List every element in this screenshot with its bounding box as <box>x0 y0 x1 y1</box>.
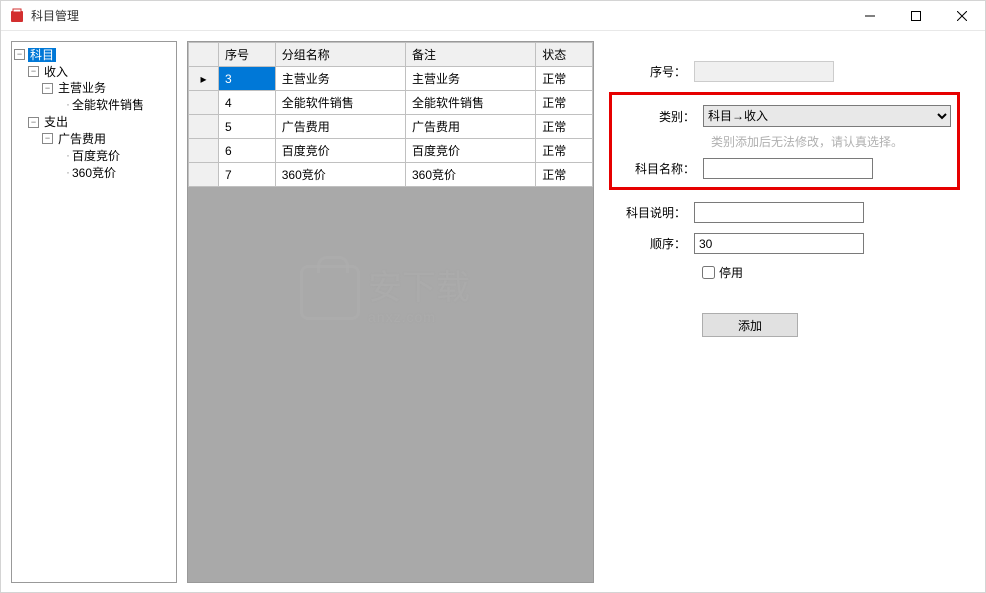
tree-item[interactable]: −收入 <box>14 63 174 80</box>
highlight-box: 类别： 科目→收入 类别添加后无法修改，请认真选择。 科目名称： <box>609 92 960 190</box>
category-select[interactable]: 科目→收入 <box>703 105 951 127</box>
row-seq: 序号： <box>609 61 960 82</box>
collapse-icon[interactable]: − <box>28 117 39 128</box>
cell-remark[interactable]: 全能软件销售 <box>406 91 536 115</box>
order-input[interactable] <box>694 233 864 254</box>
seq-input <box>694 61 834 82</box>
table-header-row: 序号 分组名称 备注 状态 <box>189 43 593 67</box>
cell-status[interactable]: 正常 <box>536 67 593 91</box>
tree-item[interactable]: −支出 <box>14 113 174 130</box>
col-status[interactable]: 状态 <box>536 43 593 67</box>
name-input[interactable] <box>703 158 873 179</box>
button-container: 添加 <box>702 313 960 337</box>
cell-seq[interactable]: 7 <box>219 163 276 187</box>
cell-status[interactable]: 正常 <box>536 163 593 187</box>
row-category: 类别： 科目→收入 <box>618 105 951 127</box>
minimize-button[interactable] <box>847 1 893 31</box>
maximize-button[interactable] <box>893 1 939 31</box>
collapse-icon[interactable]: − <box>42 83 53 94</box>
title-bar: 科目管理 <box>1 1 985 31</box>
row-indicator <box>189 139 219 163</box>
row-name: 科目名称： <box>618 158 951 179</box>
window-title: 科目管理 <box>31 7 847 24</box>
cell-group[interactable]: 360竞价 <box>275 163 405 187</box>
cell-group[interactable]: 百度竞价 <box>275 139 405 163</box>
cell-status[interactable]: 正常 <box>536 139 593 163</box>
row-indicator <box>189 91 219 115</box>
table-row[interactable]: 5广告费用广告费用正常 <box>189 115 593 139</box>
col-remark[interactable]: 备注 <box>406 43 536 67</box>
col-seq[interactable]: 序号 <box>219 43 276 67</box>
row-disable: 停用 <box>702 264 960 281</box>
table-row[interactable]: 7360竞价360竞价正常 <box>189 163 593 187</box>
cell-status[interactable]: 正常 <box>536 115 593 139</box>
cell-seq[interactable]: 6 <box>219 139 276 163</box>
collapse-icon[interactable]: − <box>42 133 53 144</box>
tree-root[interactable]: −科目 <box>14 46 174 63</box>
cell-seq[interactable]: 5 <box>219 115 276 139</box>
order-label: 顺序： <box>609 235 694 252</box>
table-panel: 序号 分组名称 备注 状态 ▸3主营业务主营业务正常4全能软件销售全能软件销售正… <box>187 41 594 583</box>
tree-item[interactable]: −广告费用 <box>14 130 174 147</box>
close-button[interactable] <box>939 1 985 31</box>
cell-status[interactable]: 正常 <box>536 91 593 115</box>
disable-label: 停用 <box>719 264 743 281</box>
row-order: 顺序： <box>609 233 960 254</box>
table-row[interactable]: 4全能软件销售全能软件销售正常 <box>189 91 593 115</box>
tree-item[interactable]: −主营业务 <box>14 80 174 97</box>
collapse-icon[interactable]: − <box>14 49 25 60</box>
table-row[interactable]: 6百度竞价百度竞价正常 <box>189 139 593 163</box>
add-button[interactable]: 添加 <box>702 313 798 337</box>
row-indicator <box>189 163 219 187</box>
row-indicator: ▸ <box>189 67 219 91</box>
cell-remark[interactable]: 主营业务 <box>406 67 536 91</box>
form-panel: 序号： 类别： 科目→收入 类别添加后无法修改，请认真选择。 科目名称： 科目说… <box>594 41 975 583</box>
tree-root-label[interactable]: 科目 <box>28 48 56 62</box>
disable-checkbox[interactable] <box>702 266 715 279</box>
seq-label: 序号： <box>609 63 694 80</box>
tree-item[interactable]: ·百度竞价 <box>14 147 174 164</box>
category-label: 类别： <box>618 108 703 125</box>
desc-input[interactable] <box>694 202 864 223</box>
cell-remark[interactable]: 360竞价 <box>406 163 536 187</box>
desc-label: 科目说明： <box>609 204 694 221</box>
cell-remark[interactable]: 广告费用 <box>406 115 536 139</box>
cell-group[interactable]: 广告费用 <box>275 115 405 139</box>
cell-group[interactable]: 主营业务 <box>275 67 405 91</box>
tree-item[interactable]: ·全能软件销售 <box>14 96 174 113</box>
row-header-blank <box>189 43 219 67</box>
col-group[interactable]: 分组名称 <box>275 43 405 67</box>
cell-seq[interactable]: 4 <box>219 91 276 115</box>
row-indicator <box>189 115 219 139</box>
app-icon <box>9 8 25 24</box>
category-hint: 类别添加后无法修改，请认真选择。 <box>711 133 951 150</box>
data-grid[interactable]: 序号 分组名称 备注 状态 ▸3主营业务主营业务正常4全能软件销售全能软件销售正… <box>188 42 593 187</box>
name-label: 科目名称： <box>618 160 703 177</box>
cell-seq[interactable]: 3 <box>219 67 276 91</box>
cell-group[interactable]: 全能软件销售 <box>275 91 405 115</box>
table-row[interactable]: ▸3主营业务主营业务正常 <box>189 67 593 91</box>
main-content: −科目 −收入 −主营业务 ·全能软件销售 −支出 −广告费用 ·百度竞价 ·3… <box>1 31 985 593</box>
tree-panel[interactable]: −科目 −收入 −主营业务 ·全能软件销售 −支出 −广告费用 ·百度竞价 ·3… <box>11 41 177 583</box>
cell-remark[interactable]: 百度竞价 <box>406 139 536 163</box>
row-desc: 科目说明： <box>609 202 960 223</box>
tree-item[interactable]: ·360竞价 <box>14 164 174 181</box>
collapse-icon[interactable]: − <box>28 66 39 77</box>
